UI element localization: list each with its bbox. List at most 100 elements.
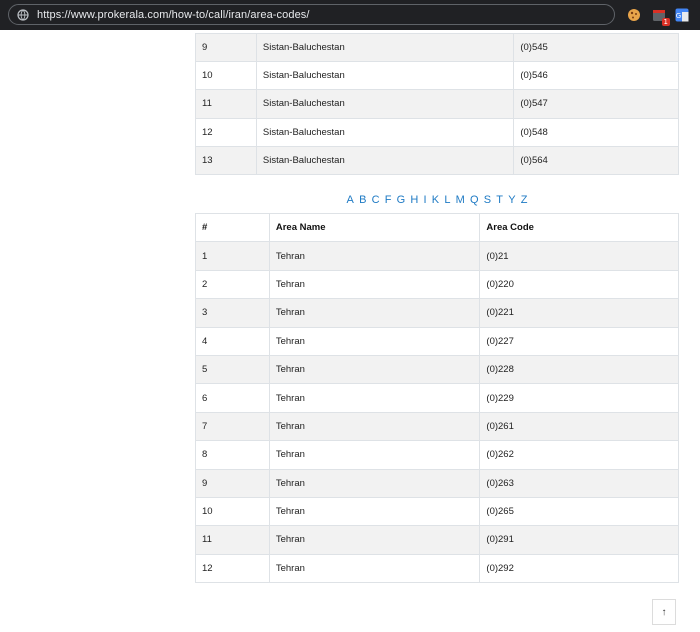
row-number-cell: 2 — [195, 269, 270, 300]
column-header-number: # — [195, 212, 270, 243]
alphabet-link-s[interactable]: S — [484, 194, 491, 206]
area-name-cell: Tehran — [268, 269, 481, 300]
area-code-cell: (0)220 — [479, 269, 679, 300]
area-name-cell: Tehran — [268, 383, 481, 413]
alphabet-link-z[interactable]: Z — [521, 194, 528, 206]
alphabet-link-b[interactable]: B — [359, 194, 366, 206]
row-number-cell: 13 — [195, 145, 257, 175]
row-number-cell: 10 — [195, 61, 257, 91]
row-number-cell: 5 — [195, 354, 270, 385]
table-row: 2 Tehran (0)220 — [195, 269, 679, 300]
area-code-cell: (0)262 — [479, 440, 679, 470]
column-header-area-code: Area Code — [479, 212, 679, 243]
notification-badge-icon: 1 — [661, 18, 670, 26]
alphabet-link-g[interactable]: G — [397, 194, 406, 206]
area-code-cell: (0)21 — [479, 241, 679, 271]
calendar-extension-icon[interactable]: 1 — [652, 8, 670, 26]
area-code-cell: (0)229 — [479, 383, 679, 413]
column-header-area-name: Area Name — [268, 212, 481, 243]
alphabet-nav: ABCFGHIKLMQSTYZ — [195, 194, 679, 206]
area-code-cell: (0)546 — [513, 61, 679, 91]
alphabet-link-i[interactable]: I — [424, 194, 427, 206]
row-number-cell: 11 — [195, 89, 257, 119]
alphabet-link-l[interactable]: L — [444, 194, 450, 206]
table-row: 1 Tehran (0)21 — [195, 241, 679, 271]
site-info-icon[interactable] — [17, 8, 29, 21]
area-name-cell: Tehran — [268, 354, 481, 385]
area-code-cell: (0)547 — [513, 89, 679, 119]
row-number-cell: 3 — [195, 298, 270, 328]
row-number-cell: 11 — [195, 525, 270, 555]
area-code-cell: (0)261 — [479, 411, 679, 442]
table-row: 11 Tehran (0)291 — [195, 525, 679, 555]
table-row: 6 Tehran (0)229 — [195, 383, 679, 413]
row-number-cell: 4 — [195, 326, 270, 356]
area-codes-table-previous: 9 Sistan-Baluchestan (0)545 10 Sistan-Baluch… — [195, 32, 679, 175]
table-row: 7 Tehran (0)261 — [195, 411, 679, 442]
area-code-cell: (0)291 — [479, 525, 679, 555]
translate-extension-icon[interactable]: G — [675, 8, 689, 22]
area-code-cell: (0)228 — [479, 354, 679, 385]
row-number-cell: 12 — [195, 117, 257, 147]
alphabet-link-t[interactable]: T — [496, 194, 503, 206]
area-name-cell: Sistan-Baluchestan — [255, 32, 515, 63]
alphabet-link-k[interactable]: K — [432, 194, 439, 206]
area-name-cell: Tehran — [268, 553, 481, 584]
row-number-cell: 6 — [195, 383, 270, 413]
back-to-top-button[interactable]: ↑ — [652, 599, 676, 625]
area-name-cell: Tehran — [268, 440, 481, 470]
browser-toolbar: https://www.prokerala.com/how-to/call/ir… — [0, 0, 700, 30]
area-name-cell: Tehran — [268, 241, 481, 271]
alphabet-link-y[interactable]: Y — [508, 194, 515, 206]
svg-text:G: G — [676, 12, 681, 20]
table-row: 4 Tehran (0)227 — [195, 326, 679, 356]
table-row: 5 Tehran (0)228 — [195, 354, 679, 385]
area-code-cell: (0)545 — [513, 32, 679, 63]
area-code-cell: (0)564 — [513, 145, 679, 175]
alphabet-link-c[interactable]: C — [372, 194, 380, 206]
area-name-cell: Tehran — [268, 298, 481, 328]
table-row: 10 Sistan-Baluchestan (0)546 — [195, 61, 679, 91]
alphabet-link-a[interactable]: A — [347, 194, 354, 206]
table-row: 12 Tehran (0)292 — [195, 553, 679, 584]
table-row: 10 Tehran (0)265 — [195, 496, 679, 527]
area-name-cell: Tehran — [268, 496, 481, 527]
address-bar[interactable]: https://www.prokerala.com/how-to/call/ir… — [8, 4, 615, 25]
area-name-cell: Sistan-Baluchestan — [255, 61, 515, 91]
cookie-extension-icon[interactable] — [627, 8, 641, 22]
area-codes-table: # Area Name Area Code 1 Tehran (0)21 2 Tehra… — [195, 212, 679, 584]
area-name-cell: Tehran — [268, 326, 481, 356]
area-code-cell: (0)292 — [479, 553, 679, 584]
row-number-cell: 9 — [195, 468, 270, 498]
area-name-cell: Tehran — [268, 468, 481, 498]
alphabet-link-f[interactable]: F — [385, 194, 392, 206]
row-number-cell: 9 — [195, 32, 257, 63]
alphabet-link-m[interactable]: M — [456, 194, 465, 206]
arrow-up-icon: ↑ — [661, 606, 667, 618]
table-row: 9 Tehran (0)263 — [195, 468, 679, 498]
area-name-cell: Tehran — [268, 411, 481, 442]
area-name-cell: Sistan-Baluchestan — [255, 89, 515, 119]
url-text[interactable]: https://www.prokerala.com/how-to/call/ir… — [37, 9, 310, 21]
area-code-cell: (0)263 — [479, 468, 679, 498]
area-name-cell: Tehran — [268, 525, 481, 555]
area-code-cell: (0)265 — [479, 496, 679, 527]
row-number-cell: 1 — [195, 241, 270, 271]
table-row: 9 Sistan-Baluchestan (0)545 — [195, 32, 679, 63]
row-number-cell: 7 — [195, 411, 270, 442]
area-code-cell: (0)221 — [479, 298, 679, 328]
row-number-cell: 8 — [195, 440, 270, 470]
row-number-cell: 12 — [195, 553, 270, 584]
area-code-cell: (0)227 — [479, 326, 679, 356]
area-code-cell: (0)548 — [513, 117, 679, 147]
row-number-cell: 10 — [195, 496, 270, 527]
table-row: 3 Tehran (0)221 — [195, 298, 679, 328]
alphabet-link-q[interactable]: Q — [470, 194, 479, 206]
table-row: 11 Sistan-Baluchestan (0)547 — [195, 89, 679, 119]
table-row: 8 Tehran (0)262 — [195, 440, 679, 470]
table-row: 13 Sistan-Baluchestan (0)564 — [195, 145, 679, 175]
area-name-cell: Sistan-Baluchestan — [255, 145, 515, 175]
table-row: 12 Sistan-Baluchestan (0)548 — [195, 117, 679, 147]
area-name-cell: Sistan-Baluchestan — [255, 117, 515, 147]
alphabet-link-h[interactable]: H — [410, 194, 418, 206]
